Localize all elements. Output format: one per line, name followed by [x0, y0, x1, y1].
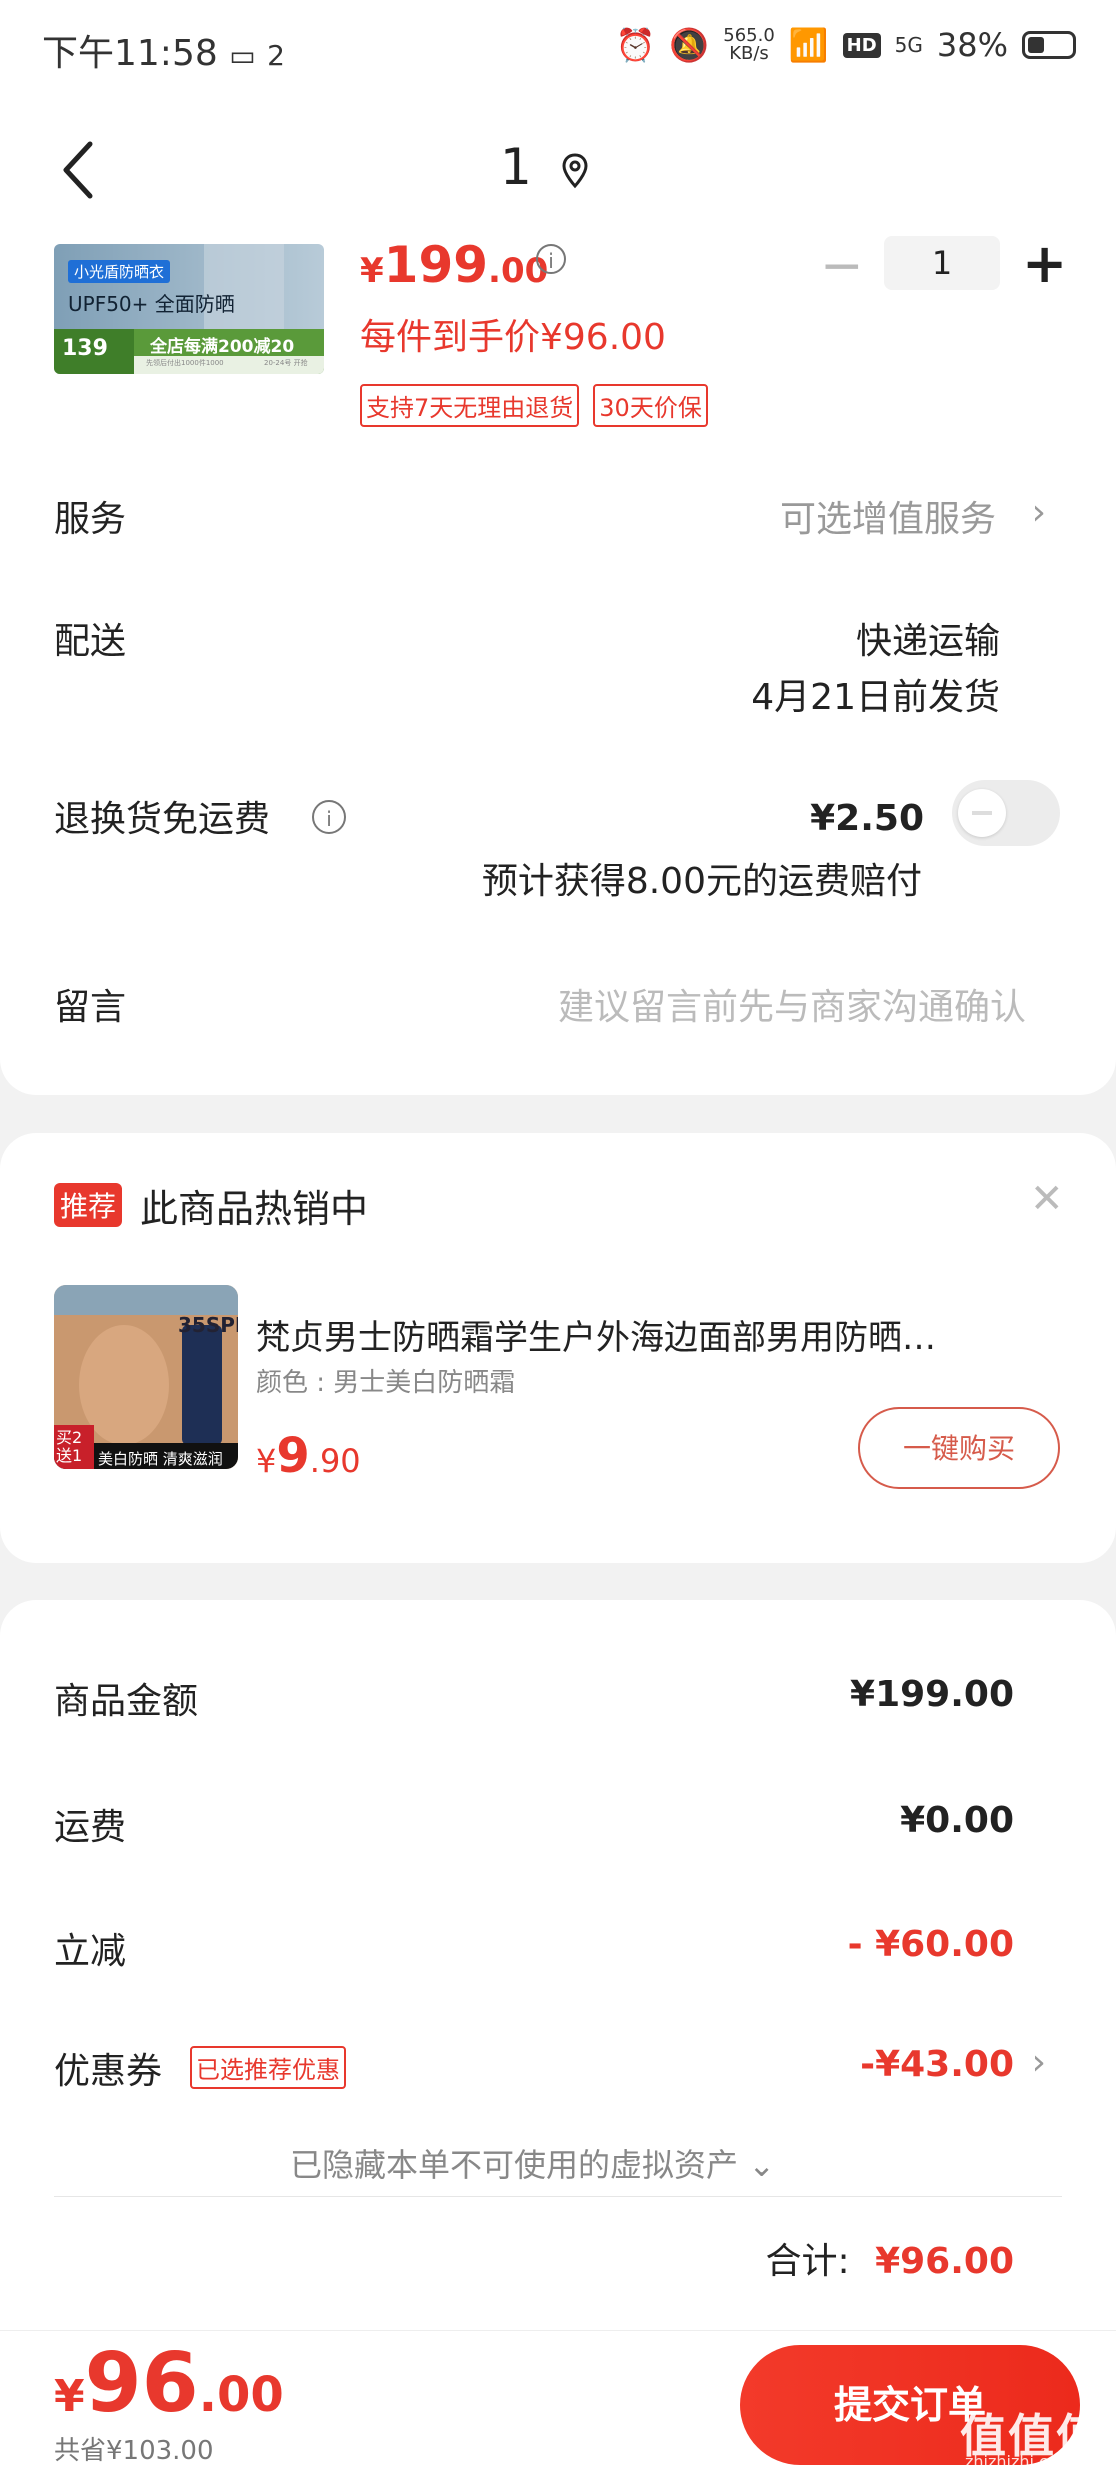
location-pin-icon[interactable]: [560, 152, 590, 192]
net-speed: 565.0 KB/s: [723, 27, 775, 63]
product-thumbnail[interactable]: 小光盾防晒衣 UPF50+ 全面防晒 139 全店每满200减20 先领后付出1…: [54, 244, 324, 374]
status-time: 下午11:58 ▭ 2: [42, 24, 285, 76]
page-title: 1: [500, 138, 532, 196]
product-tags: 支持7天无理由退货 30天价保: [360, 384, 708, 427]
message-label: 留言: [54, 987, 127, 1028]
coupon-label: 优惠券: [54, 2051, 163, 2092]
price-info-icon[interactable]: i: [536, 244, 566, 274]
quantity-value[interactable]: 1: [884, 236, 1000, 290]
divider: [54, 2196, 1062, 2197]
rec-price-decimal: .90: [309, 1442, 361, 1480]
recommend-product-spec: 颜色 : 男士美白防晒霜: [256, 1368, 516, 1398]
status-time-text: 下午11:58: [42, 33, 218, 74]
delivery-date: 4月21日前发货: [751, 677, 1000, 718]
thumb-headline: UPF50+ 全面防晒: [68, 292, 235, 316]
image-caption: 美白防晒 清爽滋润: [98, 1450, 223, 1468]
total-saved: 共省¥103.00: [54, 2436, 214, 2466]
delivery-label: 配送: [54, 621, 127, 662]
total-label: 合计:: [765, 2241, 850, 2282]
hd-icon: HD: [842, 32, 881, 58]
product-price: ¥199.00: [360, 236, 548, 294]
price-integer: 199: [383, 236, 489, 294]
chevron-right-icon[interactable]: ›: [1032, 2042, 1046, 2083]
thumb-price: 139: [62, 336, 108, 361]
bottom-total-price: ¥96.00: [54, 2336, 284, 2431]
goods-amount-value: ¥199.00: [850, 1674, 1014, 1715]
return-shipping-label: 退换货免运费: [54, 799, 271, 840]
recommend-price: ¥9.90: [256, 1428, 361, 1484]
recommend-badge: 推荐: [54, 1183, 123, 1227]
net-speed-unit: KB/s: [729, 43, 769, 64]
quantity-decrease-button[interactable]: −: [820, 236, 864, 296]
bottom-currency: ¥: [54, 2371, 85, 2422]
coupon-value[interactable]: -¥43.00: [860, 2044, 1014, 2085]
watermark-sub: zhizhizhi.com: [965, 2452, 1074, 2471]
tag-return-policy: 支持7天无理由退货: [360, 384, 580, 427]
total-row: 合计: ¥96.00: [765, 2232, 1014, 2284]
chevron-right-icon[interactable]: ›: [1032, 492, 1046, 533]
chevron-down-icon: ⌄: [748, 2146, 775, 2184]
return-shipping-note: 预计获得8.00元的运费赔付: [481, 861, 922, 902]
discount-value: - ¥60.00: [847, 1924, 1014, 1965]
return-shipping-toggle[interactable]: [952, 780, 1060, 846]
thumb-fine-print-left: 先领后付出1000件1000: [146, 359, 224, 367]
service-label: 服务: [54, 499, 127, 540]
price-currency: ¥: [360, 251, 384, 291]
discount-label: 立减: [54, 1931, 127, 1972]
signal-icon: 5G: [894, 33, 923, 57]
shipping-fee-label: 运费: [54, 1807, 127, 1848]
coupon-tag: 已选推荐优惠: [190, 2046, 346, 2089]
rec-price-currency: ¥: [256, 1442, 277, 1480]
shipping-fee-value: ¥0.00: [900, 1800, 1014, 1841]
return-info-icon[interactable]: i: [312, 800, 346, 834]
thumb-promo: 全店每满200减20: [150, 337, 295, 357]
goods-amount-label: 商品金额: [54, 1681, 199, 1722]
mute-icon: 🔕: [669, 26, 710, 64]
nav-bar: [0, 100, 1116, 240]
recommend-product-image[interactable]: 35SPF 买2送1 美白防晒 清爽滋润: [54, 1285, 238, 1469]
notification-count: 2: [267, 39, 285, 72]
alarm-icon: ⏰: [615, 26, 656, 64]
close-icon[interactable]: ✕: [1030, 1176, 1064, 1222]
tag-price-protect: 30天价保: [593, 384, 708, 427]
one-click-buy-button[interactable]: 一键购买: [858, 1407, 1060, 1489]
rec-price-integer: 9: [276, 1428, 310, 1484]
status-icons: ⏰ 🔕 565.0 KB/s 📶 HD 5G 38%: [616, 26, 1076, 64]
service-value[interactable]: 可选增值服务: [780, 490, 996, 542]
message-icon: ▭: [229, 39, 256, 72]
image-corner-text: 买2送1: [56, 1428, 83, 1465]
quantity-increase-button[interactable]: +: [1022, 232, 1067, 295]
bottom-price-integer: 96: [84, 2336, 199, 2431]
total-value: ¥96.00: [875, 2241, 1014, 2282]
message-input[interactable]: 建议留言前先与商家沟通确认: [558, 978, 1026, 1030]
thumb-fine-print-right: 20-24号 开抢: [264, 359, 308, 367]
hidden-assets-toggle[interactable]: 已隐藏本单不可使用的虚拟资产 ⌄: [290, 2140, 775, 2186]
wifi-icon: 📶: [788, 26, 829, 64]
battery-percent: 38%: [936, 26, 1008, 64]
back-icon[interactable]: [58, 140, 98, 200]
deal-price: 每件到手价¥96.00: [360, 317, 666, 358]
bottom-price-decimal: .00: [198, 2367, 284, 2423]
return-shipping-price: ¥2.50: [810, 798, 924, 839]
battery-icon: [1022, 31, 1076, 59]
thumb-tag: 小光盾防晒衣: [68, 260, 171, 283]
delivery-method[interactable]: 快递运输: [856, 612, 1000, 664]
image-spf-text: 35SPF: [178, 1313, 238, 1337]
recommend-title: 此商品热销中: [140, 1187, 369, 1231]
recommend-product-name[interactable]: 梵贞男士防晒霜学生户外海边面部男用防晒…: [256, 1310, 1036, 1359]
hidden-assets-text: 已隐藏本单不可使用的虚拟资产: [290, 2146, 739, 2184]
